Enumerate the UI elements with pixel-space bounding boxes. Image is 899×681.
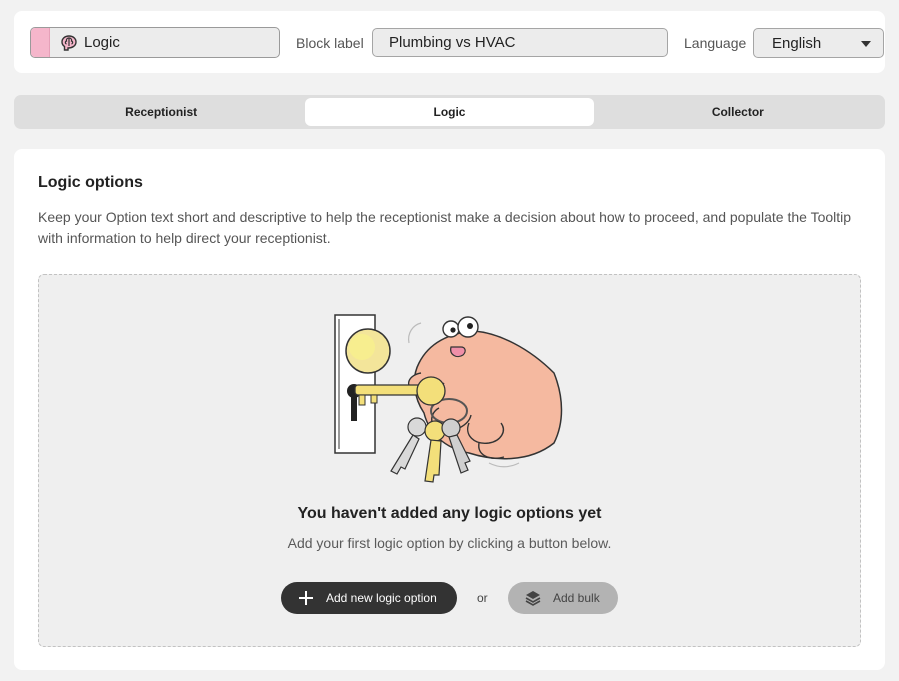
brain-icon — [58, 32, 80, 54]
plus-icon — [299, 591, 313, 605]
logic-block-editor: Logic Block label Plumbing vs HVAC Langu… — [0, 0, 899, 681]
section-description: Keep your Option text short and descript… — [38, 209, 852, 246]
logic-options-panel: Logic options Keep your Option text shor… — [14, 149, 885, 670]
tab-logic[interactable]: Logic — [305, 98, 594, 126]
block-type-selector[interactable]: Logic — [30, 27, 280, 58]
block-label-input[interactable]: Plumbing vs HVAC — [372, 28, 668, 57]
or-separator: or — [477, 591, 488, 605]
language-selected-value: English — [772, 34, 822, 52]
empty-state-title: You haven't added any logic options yet — [297, 505, 602, 522]
layers-icon — [524, 589, 542, 607]
tab-collector[interactable]: Collector — [594, 98, 882, 126]
empty-state-subtitle: Add your first logic option by clicking … — [287, 535, 612, 551]
language-select[interactable]: English — [753, 28, 884, 58]
block-color-swatch — [31, 28, 50, 57]
add-new-logic-option-button[interactable]: Add new logic option — [281, 582, 457, 614]
add-bulk-button[interactable]: Add bulk — [508, 582, 618, 614]
section-title: Logic options — [38, 174, 143, 191]
hand-holding-keys-illustration — [329, 303, 569, 488]
block-header: Logic Block label Plumbing vs HVAC Langu… — [14, 11, 885, 73]
chevron-down-icon — [861, 41, 871, 47]
block-type-label: Logic — [84, 34, 120, 51]
block-label-label: Block label — [296, 35, 364, 51]
empty-state: You haven't added any logic options yet … — [38, 274, 861, 647]
add-new-logic-option-label: Add new logic option — [326, 591, 437, 605]
add-bulk-label: Add bulk — [553, 591, 600, 605]
language-label: Language — [684, 35, 747, 51]
editor-tabs: Receptionist Logic Collector — [14, 95, 885, 129]
tab-receptionist[interactable]: Receptionist — [17, 98, 305, 126]
